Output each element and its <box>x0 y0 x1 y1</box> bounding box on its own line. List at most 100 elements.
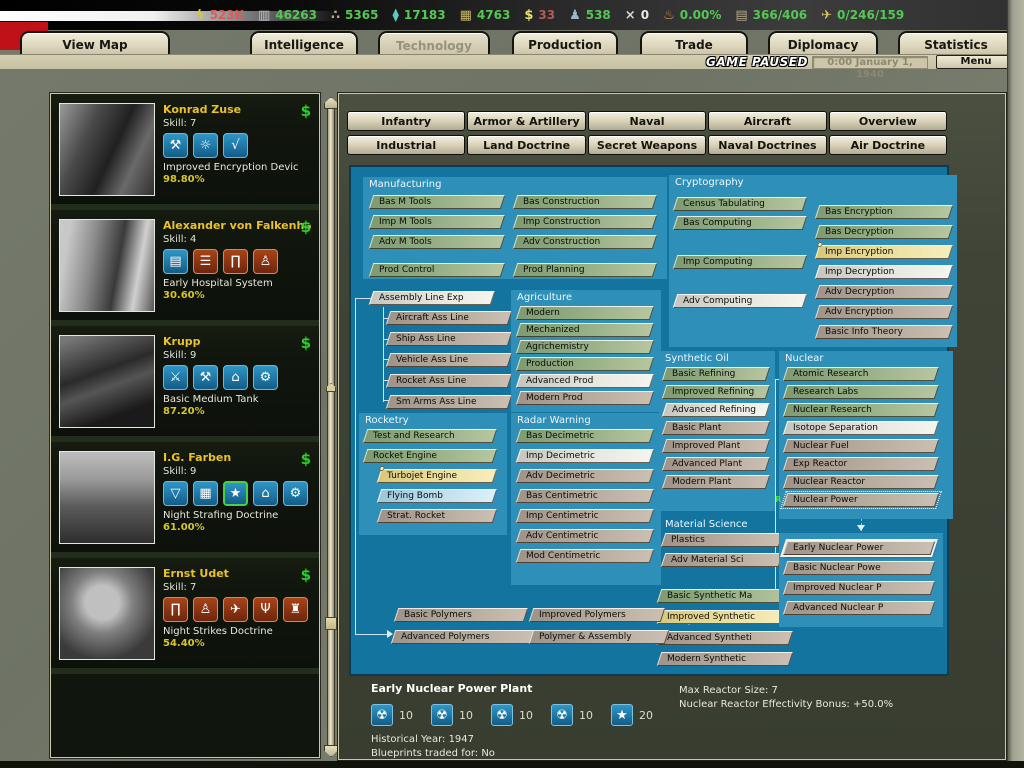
researcher-card[interactable]: Ernst UdetSkill: 7∏♙✈Ψ♜Night Strikes Doc… <box>51 558 319 674</box>
tech-assembly-line-exp[interactable]: Assembly Line Exp <box>369 291 496 305</box>
category-naval-doctrines[interactable]: Naval Doctrines <box>708 135 826 155</box>
funding-icon[interactable]: $ <box>301 450 311 468</box>
category-aircraft[interactable]: Aircraft <box>708 111 826 131</box>
tech-adv-m-tools[interactable]: Adv M Tools <box>369 235 506 249</box>
tech-mechanized[interactable]: Mechanized <box>516 323 655 337</box>
tech-aircraft-ass-line[interactable]: Aircraft Ass Line <box>386 311 513 325</box>
tech-census-tabulating[interactable]: Census Tabulating <box>673 197 808 211</box>
category-overview[interactable]: Overview <box>829 111 947 131</box>
tech-basic-info-theory[interactable]: Basic Info Theory <box>815 325 954 339</box>
tech-bas-centimetric[interactable]: Bas Centimetric <box>516 489 655 503</box>
tech-bas-construction[interactable]: Bas Construction <box>513 195 658 209</box>
tech-imp-encryption[interactable]: Imp Encryption <box>815 245 954 259</box>
tech-strat-rocket[interactable]: Strat. Rocket <box>377 509 498 523</box>
tech-imp-m-tools[interactable]: Imp M Tools <box>369 215 506 229</box>
tech-adv-decimetric[interactable]: Adv Decimetric <box>516 469 655 483</box>
tech-advanced-prod[interactable]: Advanced Prod <box>516 374 655 388</box>
tech-advanced-syntheti[interactable]: Advanced Syntheti <box>657 631 794 645</box>
tech-polymer-assembly[interactable]: Polymer & Assembly <box>529 630 670 644</box>
tech-prod-planning[interactable]: Prod Planning <box>513 263 658 277</box>
tech-advanced-plant[interactable]: Advanced Plant <box>662 457 771 471</box>
tech-bas-decryption[interactable]: Bas Decryption <box>815 225 954 239</box>
menu-button[interactable]: Menu <box>936 55 1016 69</box>
tech-atomic-research[interactable]: Atomic Research <box>783 367 940 381</box>
tech-bas-encryption[interactable]: Bas Encryption <box>815 205 954 219</box>
tech-imp-construction[interactable]: Imp Construction <box>513 215 658 229</box>
category-air-doctrine[interactable]: Air Doctrine <box>829 135 947 155</box>
tech-modern-prod[interactable]: Modern Prod <box>516 391 655 405</box>
tech-flying-bomb[interactable]: Flying Bomb <box>377 489 498 503</box>
tech-nuclear-fuel[interactable]: Nuclear Fuel <box>783 439 940 453</box>
tech-bas-decimetric[interactable]: Bas Decimetric <box>516 429 655 443</box>
resource-value: 46263 <box>275 8 317 22</box>
tech-nuclear-reactor[interactable]: Nuclear Reactor <box>783 475 940 489</box>
tech-advanced-polymers[interactable]: Advanced Polymers <box>391 630 536 644</box>
tech-early-nuclear-power[interactable]: Early Nuclear Power <box>783 541 936 555</box>
tech-nuclear-power[interactable]: RNuclear Power <box>783 493 940 507</box>
tech-imp-decimetric[interactable]: Imp Decimetric <box>516 449 655 463</box>
tech-rocket-ass-line[interactable]: Rocket Ass Line <box>386 374 513 388</box>
tech-modern[interactable]: Modern <box>516 306 655 320</box>
category-armor-artillery[interactable]: Armor & Artillery <box>467 111 585 131</box>
funding-icon[interactable]: $ <box>301 334 311 352</box>
tech-basic-refining[interactable]: Basic Refining <box>662 367 771 381</box>
funding-icon[interactable]: $ <box>301 566 311 584</box>
star-icon: ★ <box>223 481 248 506</box>
tech-rocket-engine[interactable]: Rocket Engine <box>363 449 498 463</box>
tech-improved-refining[interactable]: Improved Refining <box>662 385 771 399</box>
tech-basic-nuclear-powe[interactable]: Basic Nuclear Powe <box>783 561 936 575</box>
tech-basic-plant[interactable]: Basic Plant <box>662 421 771 435</box>
air-capacity-icon: ✈ <box>821 9 832 22</box>
tech-improved-plant[interactable]: Improved Plant <box>662 439 771 453</box>
scroll-up-icon[interactable] <box>324 97 338 109</box>
tech-adv-construction[interactable]: Adv Construction <box>513 235 658 249</box>
tech-modern-synthetic[interactable]: Modern Synthetic <box>657 652 794 666</box>
tech-imp-centimetric[interactable]: Imp Centimetric <box>516 509 655 523</box>
tech-adv-encryption[interactable]: Adv Encryption <box>815 305 954 319</box>
tech-ship-ass-line[interactable]: Ship Ass Line <box>386 332 513 346</box>
funding-icon[interactable]: $ <box>301 102 311 120</box>
tech-production[interactable]: Production <box>516 357 655 371</box>
tech-advanced-nuclear-p[interactable]: Advanced Nuclear P <box>783 601 936 615</box>
tech-improved-synthetic[interactable]: Improved Synthetic <box>657 610 794 624</box>
tech-improved-polymers[interactable]: Improved Polymers <box>529 608 666 622</box>
tech-vehicle-ass-line[interactable]: Vehicle Ass Line <box>386 353 513 367</box>
scroll-down-icon[interactable] <box>324 745 338 757</box>
researcher-card[interactable]: Alexander von FalkenhaSkill: 4▤☰∏♙Early … <box>51 210 319 326</box>
tech-bas-m-tools[interactable]: Bas M Tools <box>369 195 506 209</box>
scrollbar-track[interactable] <box>327 107 335 747</box>
tech-adv-centimetric[interactable]: Adv Centimetric <box>516 529 655 543</box>
category-secret-weapons[interactable]: Secret Weapons <box>588 135 706 155</box>
tech-adv-computing[interactable]: Adv Computing <box>673 294 808 308</box>
tech-sm-arms-ass-line[interactable]: Sm Arms Ass Line <box>386 395 513 409</box>
tech-agrichemistry[interactable]: Agrichemistry <box>516 340 655 354</box>
tech-improved-nuclear-p[interactable]: Improved Nuclear P <box>783 581 936 595</box>
tech-adv-material-sci[interactable]: Adv Material Sci <box>661 553 784 567</box>
tech-basic-polymers[interactable]: Basic Polymers <box>394 608 529 622</box>
tech-advanced-refining[interactable]: Advanced Refining <box>662 403 771 417</box>
researcher-card[interactable]: I.G. FarbenSkill: 9▽▦★⌂⚙Night Strafing D… <box>51 442 319 558</box>
category-infantry[interactable]: Infantry <box>347 111 465 131</box>
tech-turbojet-engine[interactable]: Turbojet Engine <box>377 469 498 483</box>
funding-icon[interactable]: $ <box>301 218 311 236</box>
tech-basic-synthetic-ma[interactable]: Basic Synthetic Ma <box>657 589 794 603</box>
tech-exp-reactor[interactable]: Exp Reactor <box>783 457 940 471</box>
tech-prod-control[interactable]: Prod Control <box>369 263 506 277</box>
tech-isotope-separation[interactable]: Isotope Separation <box>783 421 940 435</box>
tech-test-and-research[interactable]: Test and Research <box>363 429 498 443</box>
tech-adv-decryption[interactable]: Adv Decryption <box>815 285 954 299</box>
researcher-card[interactable]: KruppSkill: 9⚔⚒⌂⚙Basic Medium Tank87.20%… <box>51 326 319 442</box>
tech-imp-decryption[interactable]: Imp Decryption <box>815 265 954 279</box>
tech-research-labs[interactable]: Research Labs <box>783 385 940 399</box>
researcher-card[interactable]: Konrad ZuseSkill: 7⚒☼√Improved Encryptio… <box>51 94 319 210</box>
scrollbar-thumb[interactable] <box>325 617 337 630</box>
category-land-doctrine[interactable]: Land Doctrine <box>467 135 585 155</box>
category-naval[interactable]: Naval <box>588 111 706 131</box>
category-industrial[interactable]: Industrial <box>347 135 465 155</box>
tech-nuclear-research[interactable]: Nuclear Research <box>783 403 940 417</box>
tech-imp-computing[interactable]: Imp Computing <box>673 255 808 269</box>
tech-mod-centimetric[interactable]: Mod Centimetric <box>516 549 655 563</box>
tech-modern-plant[interactable]: Modern Plant <box>662 475 771 489</box>
tech-plastics[interactable]: Plastics <box>661 533 784 547</box>
tech-bas-computing[interactable]: Bas Computing <box>673 216 808 230</box>
